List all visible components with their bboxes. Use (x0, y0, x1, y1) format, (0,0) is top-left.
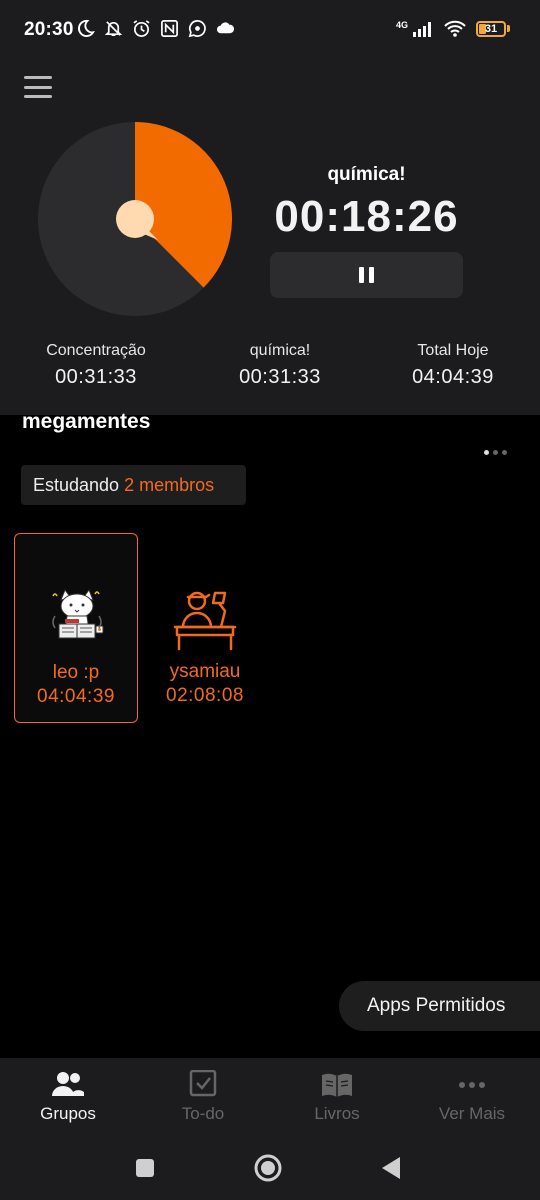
cloud-icon (216, 22, 235, 34)
nav-label: Livros (314, 1104, 360, 1123)
status-icons-left (76, 19, 235, 38)
allowed-apps-button[interactable]: Apps Permitidos (339, 981, 540, 1031)
nav-item-livros[interactable]: Livros (277, 1070, 397, 1124)
network-type: 4G (395, 19, 408, 30)
alarm-icon (133, 20, 150, 37)
whatsapp-icon (188, 20, 206, 38)
nav-item-grupos[interactable]: Grupos (8, 1070, 128, 1124)
nav-item-todo[interactable]: To-do (143, 1070, 263, 1124)
member-time: 04:04:39 (37, 686, 115, 707)
wifi-icon (444, 20, 466, 37)
battery-icon: 31 (476, 20, 506, 37)
member-card[interactable]: leo :p 04:04:39 (14, 533, 138, 723)
more-icon (459, 1082, 485, 1088)
stat-label: Total Hoje (417, 342, 489, 359)
nav-label: Ver Mais (438, 1104, 506, 1123)
stat-subject: química! 00:31:33 (200, 342, 360, 389)
system-navigation-bar (0, 1136, 540, 1200)
nav-label: Grupos (40, 1104, 96, 1123)
bell-off-icon (104, 21, 123, 37)
member-card[interactable]: ysamiau 02:08:08 (143, 533, 267, 723)
hamburger-menu-icon[interactable] (24, 76, 52, 98)
moon-icon (78, 19, 95, 37)
session-timer: 00:18:26 (274, 192, 459, 241)
checkbox-icon (189, 1070, 217, 1097)
signal-icon (413, 21, 431, 37)
cat-reading-avatar (52, 588, 104, 639)
stat-total-today: Total Hoje 04:04:39 (373, 342, 533, 389)
bottom-navigation: Grupos To-do Livros Ver Mais (0, 1058, 540, 1136)
battery-level: 31 (484, 22, 498, 35)
nav-label: To-do (181, 1104, 225, 1123)
stat-label: Concentração (46, 342, 146, 359)
pause-button[interactable] (270, 252, 463, 298)
member-name: ysamiau (169, 661, 241, 682)
member-time: 02:08:08 (166, 685, 244, 706)
app-screen: 20:30 4G 31 química! 00:18:26 Concentraç… (0, 0, 540, 1200)
stat-value: 00:31:33 (55, 366, 137, 388)
pause-icon (359, 267, 364, 283)
stat-label: química! (249, 342, 311, 359)
stat-value: 04:04:39 (412, 366, 494, 388)
group-name: megamentes (22, 410, 151, 433)
status-bar: 20:30 4G 31 (0, 0, 540, 60)
studying-label: Estudando (33, 475, 120, 495)
home-icon[interactable] (250, 1150, 286, 1186)
stat-value: 00:31:33 (239, 366, 321, 388)
focus-pie-chart (38, 122, 232, 316)
timer-panel: química! 00:18:26 Concentração 00:31:33 … (0, 60, 540, 415)
stat-concentration: Concentração 00:31:33 (16, 342, 176, 389)
group-icon (52, 1072, 84, 1096)
status-time: 20:30 (24, 19, 74, 40)
page-indicator-dots[interactable] (484, 446, 516, 458)
recents-icon[interactable] (127, 1150, 163, 1186)
studying-members-chip[interactable]: Estudando 2 membros (21, 465, 246, 505)
back-icon[interactable] (373, 1150, 409, 1186)
nfc-icon (161, 20, 178, 37)
battery-tip (507, 25, 510, 32)
book-icon (322, 1073, 352, 1097)
current-subject: química! (327, 164, 406, 185)
members-count: 2 membros (124, 475, 215, 495)
status-icons-right: 4G 31 (396, 20, 510, 37)
person-at-desk-avatar (173, 591, 237, 651)
nav-item-ver-mais[interactable]: Ver Mais (412, 1070, 532, 1124)
member-name: leo :p (52, 662, 100, 683)
